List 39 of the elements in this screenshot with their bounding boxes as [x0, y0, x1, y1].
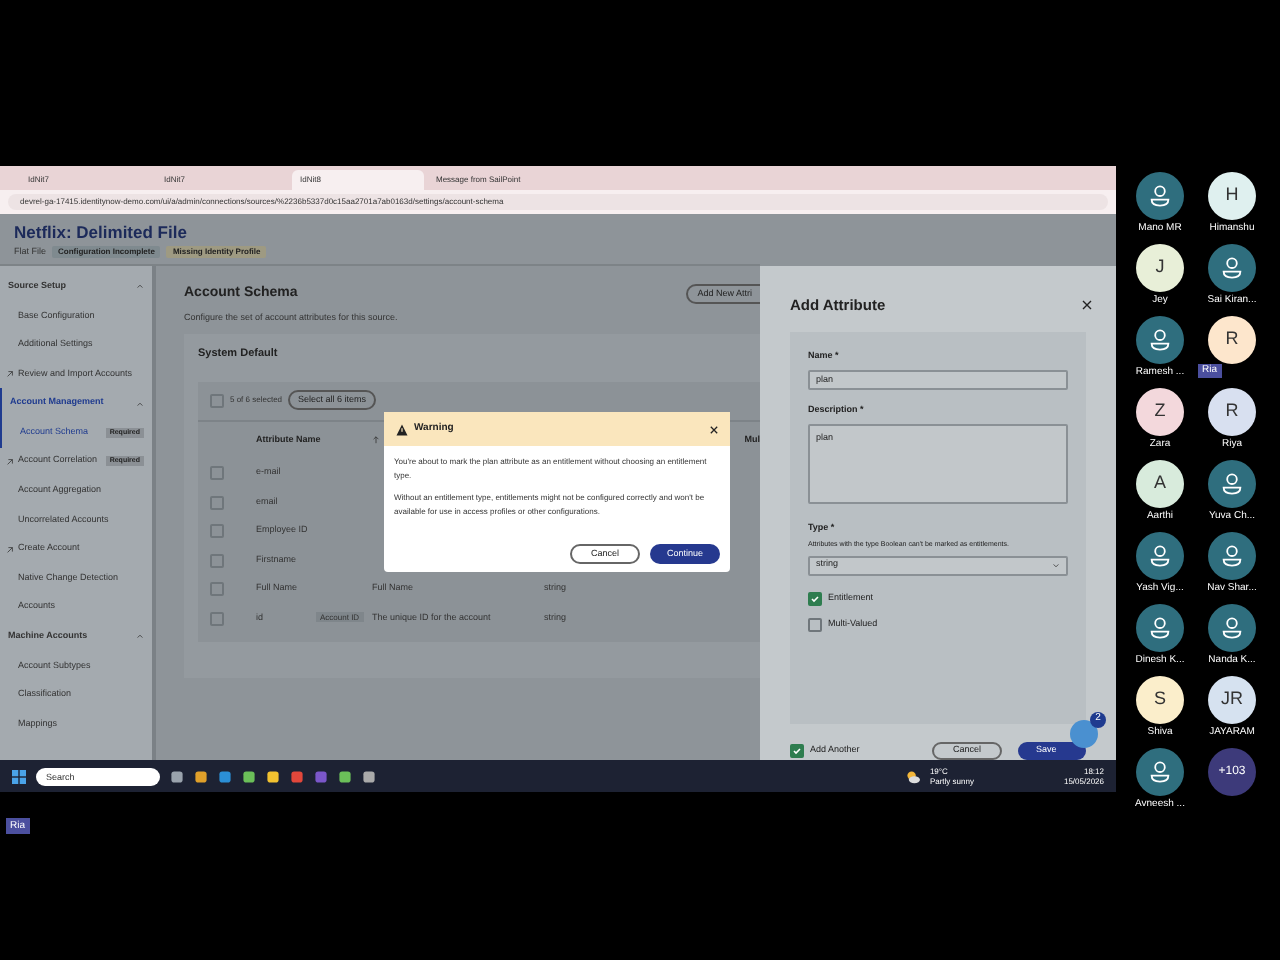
- warning-icon: [396, 423, 408, 435]
- avatar: Z: [1136, 388, 1184, 436]
- checkbox[interactable]: [210, 553, 224, 568]
- close-icon[interactable]: [1082, 300, 1092, 311]
- checkbox[interactable]: [210, 524, 224, 539]
- source-title: Netflix: Delimited File: [14, 222, 189, 242]
- person-icon: [1220, 544, 1244, 568]
- checkbox[interactable]: [808, 591, 822, 606]
- avatar: S: [1136, 676, 1184, 724]
- checkbox[interactable]: [210, 582, 224, 597]
- checkbox[interactable]: [210, 393, 224, 407]
- checkbox[interactable]: [808, 617, 822, 632]
- avatar: R: [1208, 388, 1256, 436]
- checkbox[interactable]: [210, 611, 224, 626]
- avatar: H: [1208, 172, 1256, 220]
- link-icon: [6, 457, 14, 466]
- avatar: A: [1136, 460, 1184, 508]
- avatar: R: [1208, 316, 1256, 364]
- person-icon: [1148, 760, 1172, 784]
- person-icon: [1220, 472, 1244, 496]
- sort-icon: [372, 436, 380, 444]
- close-icon[interactable]: [710, 425, 718, 433]
- checkbox[interactable]: [210, 495, 224, 510]
- link-icon: [6, 370, 14, 379]
- person-icon: [1220, 616, 1244, 640]
- person-icon: [1148, 184, 1172, 208]
- person-icon: [1148, 328, 1172, 352]
- avatar: JR: [1208, 676, 1256, 724]
- checkbox[interactable]: [790, 744, 804, 758]
- weather-icon: [905, 769, 920, 783]
- link-icon: [6, 545, 14, 554]
- person-icon: [1148, 616, 1172, 640]
- check-icon: [810, 593, 820, 604]
- start-icon[interactable]: [12, 769, 26, 783]
- checkbox[interactable]: [210, 466, 224, 481]
- person-icon: [1148, 544, 1172, 568]
- person-icon: [1220, 256, 1244, 280]
- avatar: J: [1136, 244, 1184, 292]
- check-icon: [792, 746, 802, 756]
